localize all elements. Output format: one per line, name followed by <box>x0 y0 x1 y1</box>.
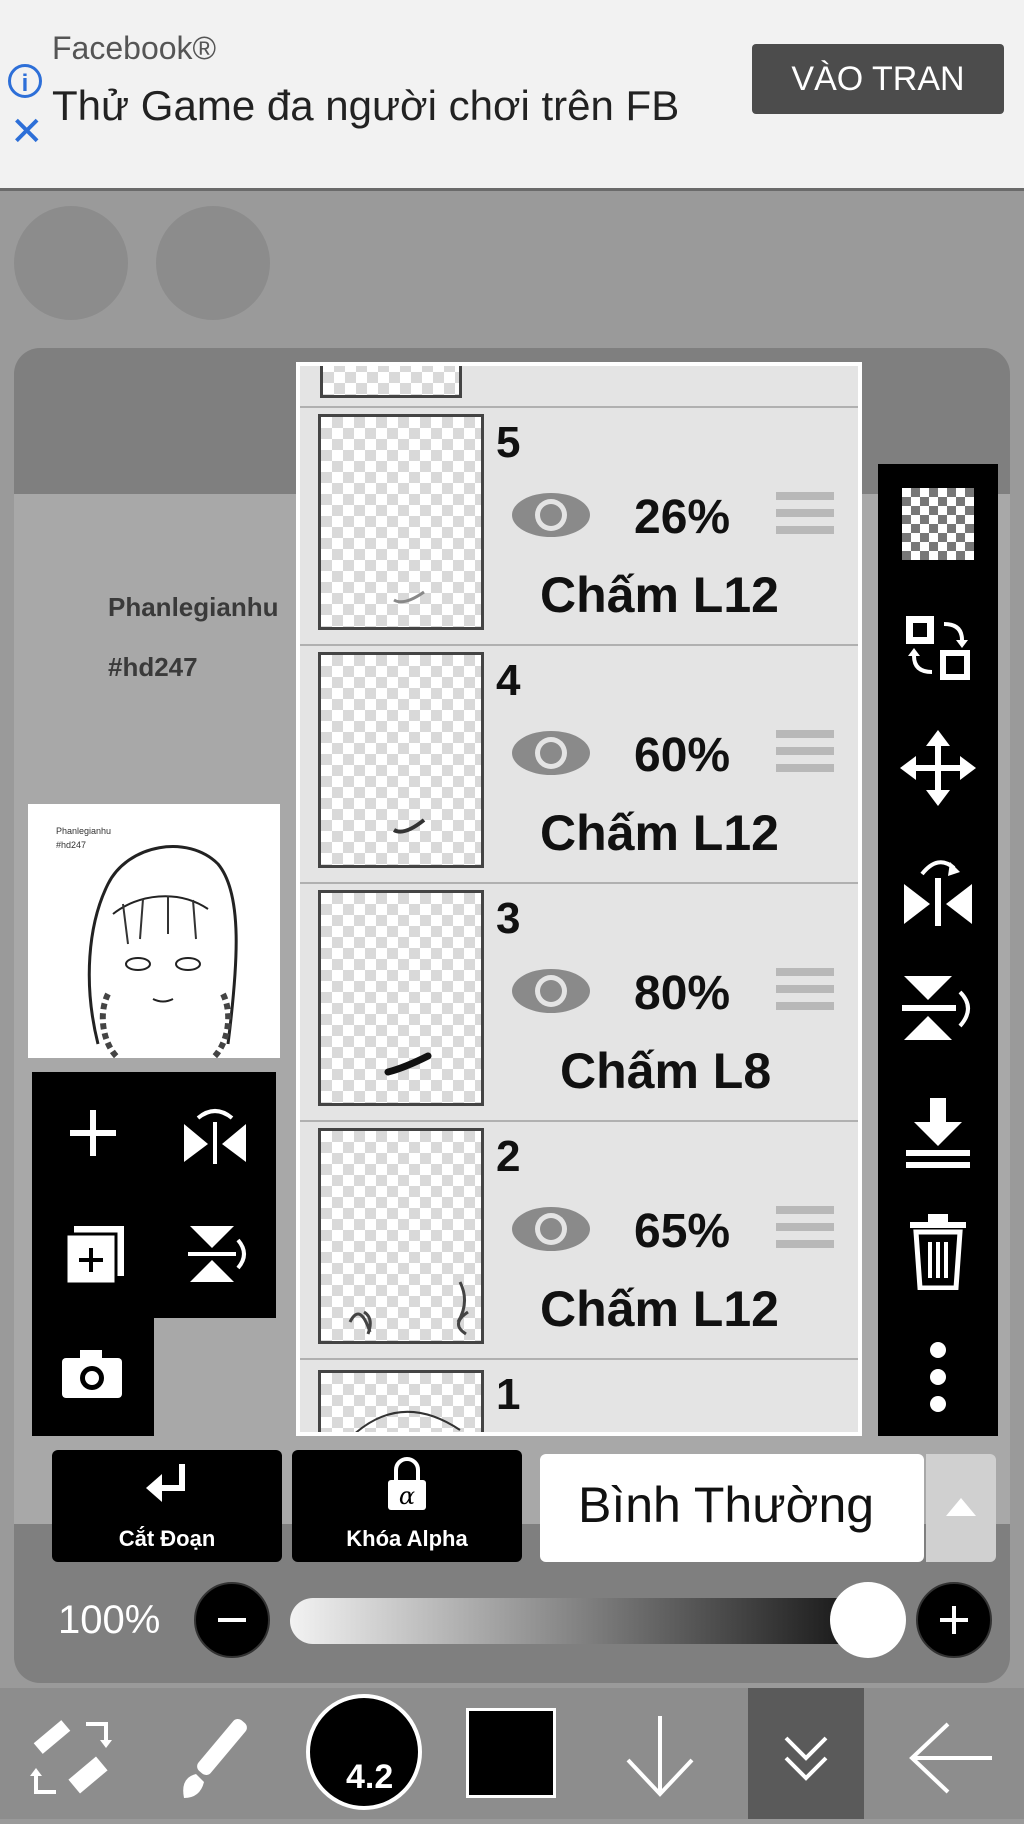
flip-vertical-icon[interactable] <box>900 970 976 1051</box>
add-copy-icon[interactable] <box>62 1222 128 1293</box>
opacity-increase-button[interactable] <box>916 1582 992 1658</box>
drag-handle-icon[interactable] <box>776 968 834 1018</box>
down-arrow-icon[interactable] <box>620 1712 700 1807</box>
caret-up-icon <box>946 1498 976 1516</box>
layer-stroke <box>393 590 425 604</box>
layer-number: 2 <box>496 1132 521 1181</box>
layer-blend-mode: Chấm L12 <box>540 567 779 623</box>
thumbnail-text: Phanlegianhu <box>56 826 112 836</box>
collapse-icon <box>784 1736 828 1781</box>
ad-source: Facebook® <box>52 30 217 66</box>
brush-size-value: 4.2 <box>346 1758 394 1796</box>
brush-icon[interactable] <box>170 1708 266 1809</box>
more-vertical-icon[interactable] <box>926 1340 950 1419</box>
blend-mode-value: Bình Thường <box>578 1477 875 1533</box>
color-swatch[interactable] <box>466 1708 556 1798</box>
swap-layer-icon[interactable] <box>900 610 976 691</box>
move-icon[interactable] <box>900 730 976 811</box>
layer-number: 1 <box>496 1370 521 1419</box>
layer-stroke <box>355 1410 461 1432</box>
plus-icon[interactable] <box>66 1106 120 1165</box>
layer-opacity: 80% <box>634 967 731 1020</box>
layer-row[interactable] <box>300 366 858 408</box>
layer-opacity: 65% <box>634 1205 731 1258</box>
flip-vertical-icon[interactable] <box>184 1220 250 1291</box>
drag-handle-icon[interactable] <box>776 492 834 542</box>
layer-row-1[interactable]: 1 <box>300 1360 858 1432</box>
clipping-button[interactable]: Cắt Đoạn <box>52 1450 282 1562</box>
tool-switch-icon[interactable] <box>26 1710 116 1805</box>
alpha-lock-button[interactable]: α Khóa Alpha <box>292 1450 522 1562</box>
layers-toggle-button[interactable] <box>748 1688 864 1819</box>
clipping-icon <box>146 1464 185 1502</box>
layer-thumbnail <box>320 366 462 398</box>
layer-number: 4 <box>496 656 521 705</box>
layer-row-2[interactable]: 2 65% Chấm L12 <box>300 1122 858 1360</box>
eye-icon[interactable] <box>510 490 592 540</box>
layer-row-4[interactable]: 4 60% Chấm L12 <box>300 646 858 884</box>
ad-text[interactable]: Thử Game đa người chơi trên FB <box>52 82 679 130</box>
drag-handle-icon[interactable] <box>776 1206 834 1256</box>
eye-icon[interactable] <box>510 728 592 778</box>
drag-handle-icon[interactable] <box>776 730 834 780</box>
svg-text:α: α <box>399 1482 415 1510</box>
layer-blend-mode: Chấm L12 <box>540 805 779 861</box>
flip-horizontal-icon[interactable] <box>180 1104 250 1169</box>
close-icon[interactable]: ✕ <box>10 112 44 152</box>
thumbnail-text: #hd247 <box>56 840 87 850</box>
alpha-lock-label: Khóa Alpha <box>346 1526 468 1551</box>
canvas-text: #hd247 <box>108 652 198 682</box>
undo-button[interactable] <box>14 206 128 320</box>
layer-list[interactable]: 5 26% Chấm L12 4 60% Chấm L12 3 80% Chấm… <box>296 362 862 1436</box>
opacity-decrease-button[interactable] <box>194 1582 270 1658</box>
layer-number: 5 <box>496 418 521 467</box>
redo-button[interactable] <box>156 206 270 320</box>
layer-blend-mode: Chấm L12 <box>540 1281 779 1337</box>
trash-icon[interactable] <box>906 1214 970 1295</box>
layer-stroke <box>392 818 426 834</box>
layer-row-5[interactable]: 5 26% Chấm L12 <box>300 408 858 646</box>
layer-opacity: 26% <box>634 491 731 544</box>
opacity-slider[interactable] <box>290 1598 870 1644</box>
camera-icon[interactable] <box>58 1346 126 1407</box>
transparency-icon[interactable] <box>902 488 974 560</box>
eye-icon[interactable] <box>510 966 592 1016</box>
layer-stroke <box>384 1052 432 1076</box>
lock-icon: α <box>388 1457 426 1510</box>
layer-stroke <box>348 1281 469 1336</box>
merge-down-icon[interactable] <box>902 1096 974 1177</box>
opacity-value: 100% <box>58 1598 161 1642</box>
layer-number: 3 <box>496 894 521 943</box>
ad-cta-button[interactable]: VÀO TRAN <box>752 44 1004 114</box>
clipping-label: Cắt Đoạn <box>118 1526 216 1551</box>
canvas-text: Phanlegianhu <box>108 592 279 622</box>
opacity-slider-knob[interactable] <box>830 1582 906 1658</box>
flip-horizontal-icon[interactable] <box>900 848 976 933</box>
eye-icon[interactable] <box>510 1204 592 1254</box>
blend-mode-toggle[interactable] <box>926 1454 996 1562</box>
layer-row-3[interactable]: 3 80% Chấm L8 <box>300 884 858 1122</box>
layer-blend-mode: Chấm L8 <box>560 1043 772 1099</box>
info-icon[interactable]: i <box>8 64 42 98</box>
layer-opacity: 60% <box>634 729 731 782</box>
back-arrow-icon[interactable] <box>906 1718 996 1803</box>
